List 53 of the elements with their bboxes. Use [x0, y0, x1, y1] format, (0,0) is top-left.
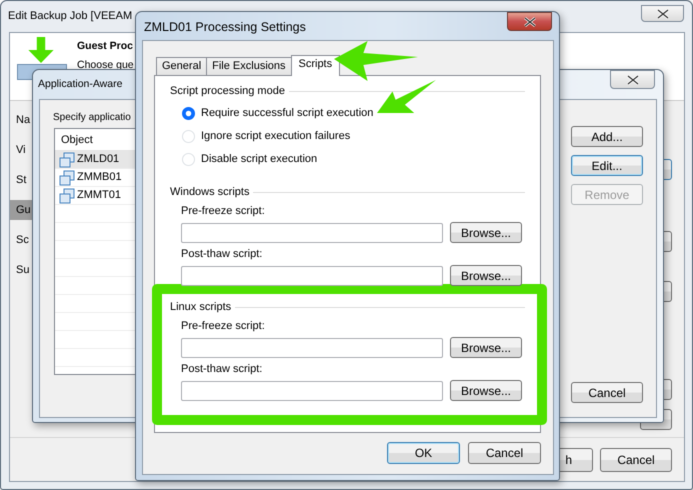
- window-title: Application-Aware: [38, 77, 122, 92]
- close-icon: [524, 16, 536, 26]
- close-button[interactable]: [610, 70, 655, 89]
- row-label: ZMLD01: [77, 152, 120, 168]
- header-title: Guest Proc: [77, 39, 134, 54]
- option-label: Ignore script execution failures: [201, 129, 350, 144]
- annotation-arrow: [27, 37, 55, 63]
- dialog-button[interactable]: Edit...: [571, 155, 643, 176]
- field-label: Pre-freeze script:: [180, 319, 266, 333]
- tab[interactable]: General: [156, 57, 208, 75]
- close-icon: [626, 74, 638, 84]
- group-title: Linux scripts: [170, 300, 232, 316]
- row-label: ZMMT01: [77, 188, 121, 204]
- close-button[interactable]: [507, 12, 552, 31]
- browse-button[interactable]: Browse...: [450, 337, 522, 358]
- row-label: ZMMB01: [77, 170, 122, 186]
- nav-item[interactable]: Gu: [10, 200, 33, 220]
- nav-item[interactable]: Su: [10, 260, 33, 280]
- browse-button[interactable]: Browse...: [450, 380, 522, 401]
- vm-icon: [59, 170, 75, 186]
- nav-item[interactable]: Na: [10, 110, 33, 130]
- vm-icon: [59, 188, 75, 204]
- dialog-button[interactable]: Cancel: [571, 382, 643, 403]
- dialog-button: Remove: [571, 184, 643, 205]
- group-title: Windows scripts: [170, 185, 250, 200]
- nav-item[interactable]: Vi: [10, 140, 33, 160]
- dialog-button[interactable]: OK: [387, 442, 460, 464]
- close-icon: [656, 8, 668, 18]
- window-title: Edit Backup Job [VEEAM: [8, 9, 132, 24]
- instruction-text: Specify applicatio: [53, 111, 131, 125]
- field-label: Pre-freeze script:: [180, 204, 266, 218]
- script-path-field[interactable]: [181, 338, 443, 358]
- dialog-button[interactable]: Add...: [571, 126, 643, 147]
- tab[interactable]: File Exclusions: [206, 57, 292, 75]
- window-title: ZMLD01 Processing Settings: [144, 19, 306, 36]
- cancel-button[interactable]: Cancel: [600, 448, 672, 472]
- script-path-field[interactable]: [181, 380, 443, 400]
- close-button[interactable]: [641, 5, 684, 22]
- option-label: Disable script execution: [201, 152, 318, 168]
- browse-button[interactable]: Browse...: [450, 265, 522, 286]
- field-label: Post-thaw script:: [180, 362, 264, 376]
- group-title: Script processing mode: [170, 84, 285, 100]
- script-path-field[interactable]: [181, 222, 443, 242]
- nav-item[interactable]: St: [10, 170, 33, 190]
- vm-icon: [59, 152, 75, 168]
- script-path-field[interactable]: [181, 266, 443, 286]
- radio-button[interactable]: [182, 107, 195, 120]
- nav-item[interactable]: Sc: [10, 230, 33, 250]
- option-label: Require successful script execution: [201, 106, 374, 122]
- browse-button[interactable]: Browse...: [450, 222, 522, 243]
- tab[interactable]: Scripts: [290, 55, 340, 76]
- field-label: Post-thaw script:: [180, 247, 264, 261]
- dialog-button[interactable]: Cancel: [468, 442, 541, 464]
